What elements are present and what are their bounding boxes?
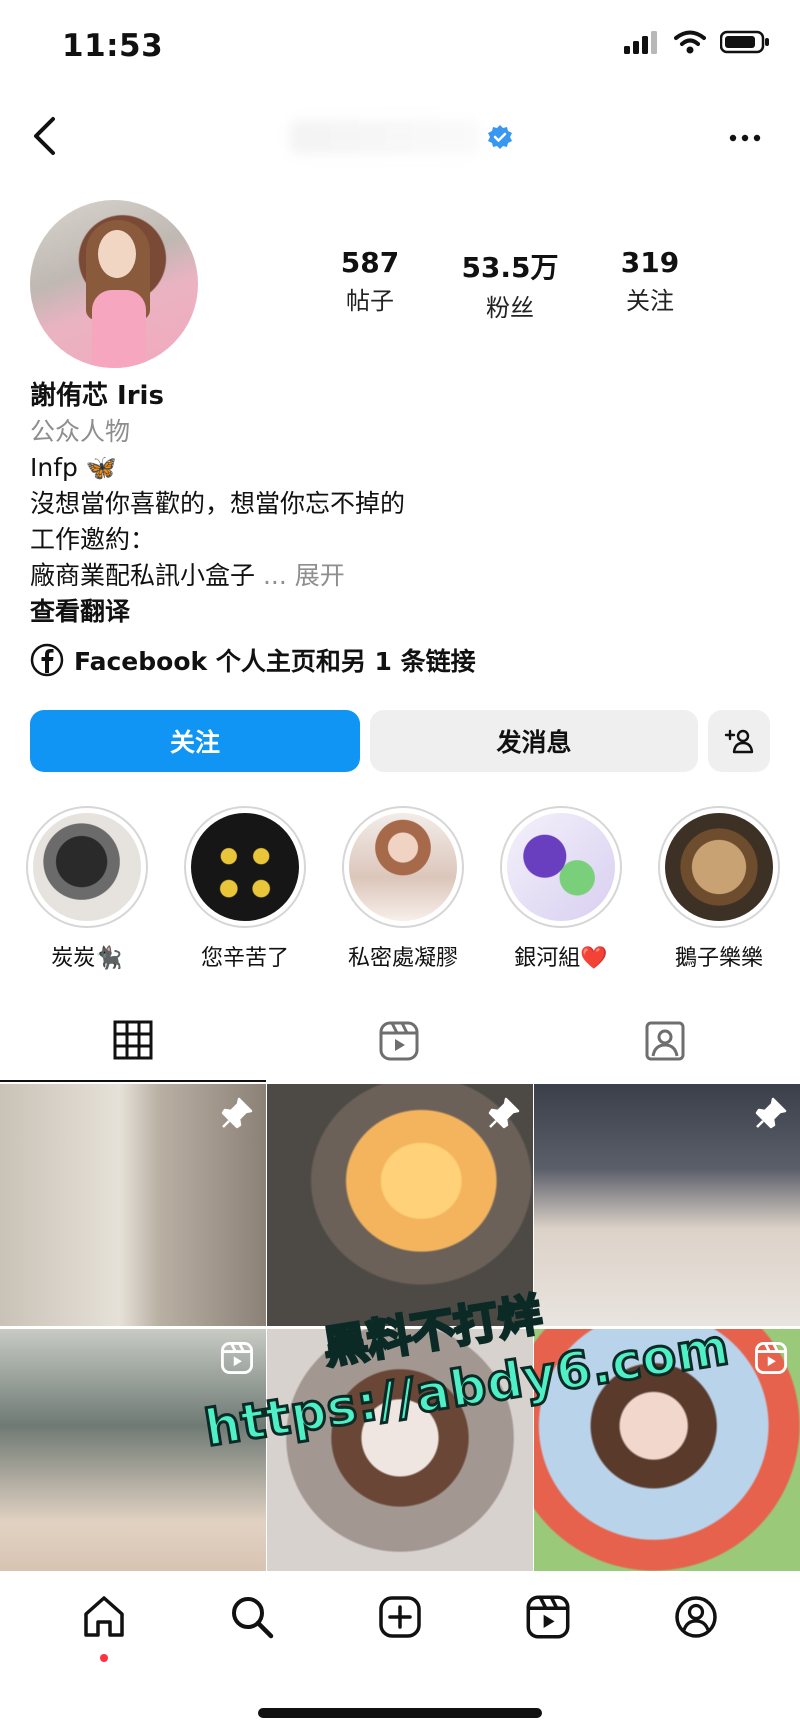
pin-icon: [221, 1097, 253, 1129]
chevron-left-icon: [34, 117, 55, 155]
follow-button[interactable]: 关注: [30, 710, 360, 772]
following-count[interactable]: 319 关注: [580, 246, 720, 323]
highlight-cover: [349, 813, 457, 921]
posts-grid: [0, 1084, 800, 1572]
verified-badge-icon: [488, 125, 512, 149]
home-indicator[interactable]: [258, 1708, 542, 1718]
notification-dot: [100, 1654, 108, 1662]
wifi-icon: [674, 30, 706, 54]
story-highlights: 炭炭🐈‍⬛ 您辛苦了 私密處凝膠 銀河組❤️ 鵝子樂樂: [26, 806, 800, 976]
highlight-ring: [26, 806, 148, 928]
message-button[interactable]: 发消息: [370, 710, 698, 772]
profile-icon: [675, 1596, 717, 1638]
post-thumbnail[interactable]: [534, 1329, 800, 1571]
reels-icon: [526, 1595, 570, 1639]
home-icon: [84, 1596, 124, 1637]
profile-link-text: Facebook 个人主页和另 1 条链接: [74, 647, 476, 676]
reel-icon: [221, 1342, 253, 1374]
nav-search-button[interactable]: [212, 1594, 292, 1664]
highlight-item[interactable]: 炭炭🐈‍⬛: [26, 806, 148, 976]
highlight-ring: [658, 806, 780, 928]
stat-label: 关注: [626, 287, 674, 315]
back-button[interactable]: [22, 112, 66, 160]
highlight-cover: [507, 813, 615, 921]
highlight-ring: [500, 806, 622, 928]
tagged-icon: [645, 1021, 685, 1061]
nav-reels-button[interactable]: [508, 1594, 588, 1664]
pin-icon: [488, 1097, 520, 1129]
stat-label: 粉丝: [486, 294, 534, 322]
profile-tabs: [0, 1000, 800, 1082]
expand-bio-link[interactable]: ... 展开: [263, 561, 345, 590]
profile-actions: 关注 发消息: [30, 710, 770, 774]
post-thumbnail[interactable]: [0, 1329, 266, 1571]
highlight-cover: [191, 813, 299, 921]
highlight-ring: [342, 806, 464, 928]
more-options-button[interactable]: [720, 118, 770, 158]
tab-tagged[interactable]: [532, 1000, 798, 1082]
bio-line: 沒想當你喜歡的，想當你忘不掉的: [30, 489, 406, 518]
highlight-label: 您辛苦了: [200, 946, 289, 971]
bio-line: 工作邀約：: [30, 525, 156, 554]
post-thumbnail[interactable]: [534, 1084, 800, 1326]
bio-line: Infp 🦋: [30, 453, 117, 482]
profile-bio: 謝侑芯 Iris 公众人物 Infp 🦋 沒想當你喜歡的，想當你忘不掉的 工作邀…: [30, 378, 770, 630]
facebook-icon: [30, 643, 64, 677]
highlight-label: 鵝子樂樂: [674, 946, 763, 971]
post-thumbnail[interactable]: [0, 1084, 266, 1326]
see-translation-link[interactable]: 查看翻译: [30, 594, 770, 630]
stat-value: 319: [620, 246, 680, 279]
profile-avatar[interactable]: [30, 200, 198, 368]
stat-value: 53.5万: [461, 251, 559, 284]
highlight-item[interactable]: 鵝子樂樂: [658, 806, 780, 976]
create-icon: [379, 1596, 421, 1638]
grid-icon: [113, 1020, 153, 1060]
stat-label: 帖子: [346, 287, 394, 315]
highlight-cover: [665, 813, 773, 921]
reel-icon: [755, 1342, 787, 1374]
nav-create-button[interactable]: [360, 1594, 440, 1664]
highlight-ring: [184, 806, 306, 928]
status-time: 11:53: [62, 28, 164, 64]
suggested-accounts-button[interactable]: [708, 710, 770, 772]
tab-reels[interactable]: [266, 1000, 532, 1082]
post-thumbnail[interactable]: [267, 1329, 533, 1571]
highlight-label: 炭炭🐈‍⬛: [51, 946, 123, 971]
status-icons: [624, 30, 770, 54]
profile-category: 公众人物: [30, 417, 131, 446]
highlight-label: 私密處凝膠: [347, 946, 458, 971]
bottom-navigation: [0, 1572, 800, 1702]
nav-profile-button[interactable]: [656, 1594, 736, 1664]
header-username: [290, 120, 480, 154]
posts-count[interactable]: 587 帖子: [300, 246, 440, 323]
post-thumbnail[interactable]: [267, 1084, 533, 1326]
more-icon: [729, 134, 761, 142]
battery-icon: [720, 30, 769, 54]
profile-links[interactable]: Facebook 个人主页和另 1 条链接: [30, 642, 476, 678]
tab-posts-grid[interactable]: [0, 1000, 266, 1082]
bio-line: 廠商業配私訊小盒子: [30, 561, 256, 590]
profile-header: [0, 96, 800, 176]
highlight-item[interactable]: 您辛苦了: [184, 806, 306, 976]
stat-value: 587: [340, 246, 400, 279]
highlight-item[interactable]: 銀河組❤️: [500, 806, 622, 976]
profile-stats: 587 帖子 53.5万 粉丝 319 关注: [300, 246, 720, 323]
highlight-cover: [33, 813, 141, 921]
highlight-label: 銀河組❤️: [514, 946, 608, 971]
profile-name: 謝侑芯 Iris: [30, 381, 164, 411]
bio-line-with-expand: 廠商業配私訊小盒子 ... 展开: [30, 558, 770, 594]
pin-icon: [755, 1097, 787, 1129]
reels-icon: [379, 1021, 419, 1061]
status-bar: 11:53: [0, 0, 800, 96]
signal-icon: [624, 31, 657, 54]
followers-count[interactable]: 53.5万 粉丝: [440, 246, 580, 323]
add-person-icon: [724, 729, 754, 754]
search-icon: [232, 1597, 274, 1639]
nav-home-button[interactable]: [64, 1594, 144, 1664]
highlight-item[interactable]: 私密處凝膠: [342, 806, 464, 976]
